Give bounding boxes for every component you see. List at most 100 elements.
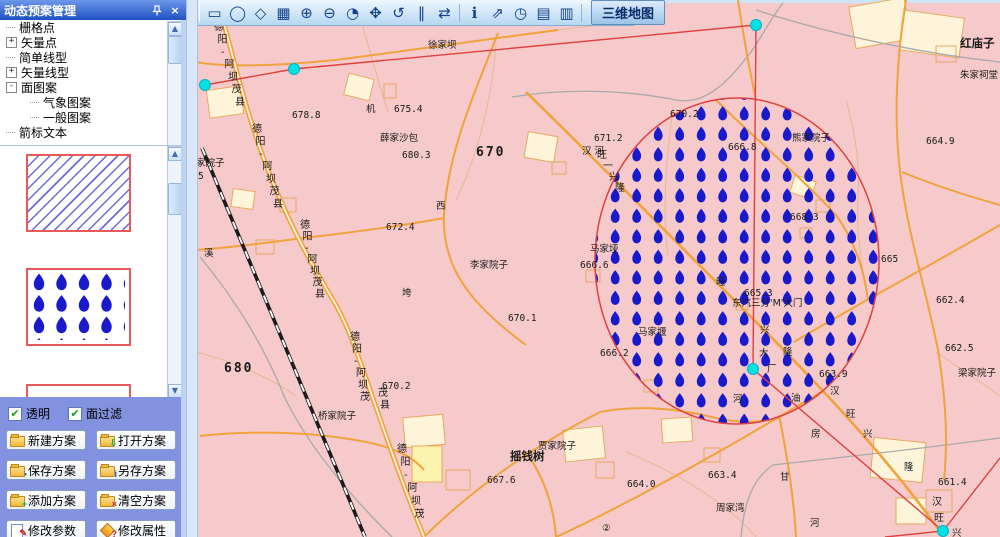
measure-area-icon[interactable]: ◯	[226, 2, 249, 24]
folder-saveas-icon: i	[100, 464, 115, 476]
button-打开方案[interactable]: ⇩打开方案	[96, 430, 176, 450]
map-label: 大	[759, 347, 769, 359]
map-label: 房	[811, 428, 821, 440]
zoom-out-icon[interactable]: ⊖	[318, 2, 341, 24]
map-label: 县	[380, 399, 390, 411]
print-icon[interactable]: ▥	[555, 2, 578, 24]
pan-icon[interactable]: ✥	[364, 2, 387, 24]
tree-item-一般图案[interactable]: 一般图案	[0, 110, 167, 125]
map-label: 一	[603, 161, 613, 172]
expand-icon[interactable]: +	[6, 67, 17, 78]
button-新建方案[interactable]: 新建方案	[6, 430, 86, 450]
map-label: 溪	[204, 247, 214, 259]
map-label: 662.4	[936, 295, 965, 306]
map-label: 桥家院子	[318, 410, 357, 422]
button-另存方案[interactable]: i另存方案	[96, 460, 176, 480]
pattern-swatch-drops[interactable]	[26, 268, 131, 346]
map-label: 梁家院子	[958, 367, 997, 379]
tree-item-矢量线型[interactable]: +矢量线型	[0, 65, 167, 80]
button-修改参数[interactable]: ✎修改参数	[6, 520, 86, 537]
map-label: 旺	[597, 150, 607, 161]
map-label: 阳	[256, 136, 266, 148]
map-label: 阿	[225, 59, 235, 71]
globe-icon[interactable]: ◔	[341, 2, 364, 24]
map-label: 670.2	[670, 109, 699, 120]
map-viewport[interactable]: 徐家坝678.8机675.4薛家沙包680.3670680672.4西垮溪家院子…	[196, 0, 1000, 537]
map-label: 663.9	[819, 369, 848, 380]
map-label: 兴	[760, 325, 770, 336]
map-label: 阿	[263, 161, 273, 173]
panel-title-bar: 动态预案管理 ×	[0, 0, 186, 20]
close-icon[interactable]: ×	[168, 3, 182, 17]
map-label: 茂	[378, 386, 388, 399]
map-label: 河	[810, 517, 820, 529]
tree-item-面图案[interactable]: -面图案	[0, 80, 167, 95]
map-label: 675.4	[394, 104, 423, 115]
map-label: 隆	[615, 181, 625, 194]
button-添加方案[interactable]: +添加方案	[6, 490, 86, 510]
panel-splitter[interactable]	[186, 0, 198, 537]
pattern-preview-list	[0, 145, 167, 398]
map-label: -	[305, 243, 309, 254]
map-label: 680.3	[402, 150, 431, 161]
map-label: 李家院子	[470, 259, 509, 271]
grid-icon[interactable]: ▦	[272, 2, 295, 24]
button-修改属性[interactable]: ?修改属性	[96, 520, 176, 537]
tree-item-栅格点[interactable]: 栅格点	[0, 20, 167, 35]
pattern-swatch-partial[interactable]	[26, 384, 131, 398]
scroll-up-icon[interactable]: ▲	[168, 147, 182, 161]
scroll-up-icon[interactable]: ▲	[168, 22, 182, 36]
map-label: 坝	[228, 71, 238, 83]
info-icon[interactable]: i	[463, 2, 486, 24]
measure-polygon-icon[interactable]: ◇	[249, 2, 272, 24]
map-label: 茂	[313, 276, 323, 289]
button-label: 修改参数	[28, 522, 76, 537]
checkbox-icon[interactable]: ✔	[8, 407, 22, 421]
map-label: 茂	[232, 83, 242, 96]
map-label: 德	[350, 330, 360, 343]
map-label: 667.6	[487, 475, 516, 486]
map-label: 薛家沙包	[380, 132, 419, 144]
collapse-icon[interactable]: -	[6, 82, 17, 93]
checkbox-面过滤[interactable]: ✔面过滤	[68, 405, 122, 422]
map-label: 678.8	[292, 110, 321, 121]
pause-icon[interactable]: ∥	[410, 2, 433, 24]
save-icon[interactable]: ▤	[532, 2, 555, 24]
tree-item-气象图案[interactable]: 气象图案	[0, 95, 167, 110]
folder-new-icon	[10, 434, 25, 446]
clock-icon[interactable]: ◷	[509, 2, 532, 24]
map-label: -	[354, 356, 358, 367]
pattern-swatch-hatch[interactable]	[26, 154, 131, 232]
button-清空方案[interactable]: ×清空方案	[96, 490, 176, 510]
map-label: 661.4	[938, 477, 967, 488]
map-label: 680	[224, 361, 253, 376]
zoom-in-icon[interactable]: ⊕	[295, 2, 318, 24]
zoom-previous-icon[interactable]: ↺	[387, 2, 410, 24]
map-label: 汉	[932, 496, 942, 508]
scroll-down-icon[interactable]: ▼	[168, 384, 182, 398]
map-label: 摇钱树	[510, 449, 545, 463]
map-label: 旺	[934, 513, 944, 524]
export-icon[interactable]: ⇗	[486, 2, 509, 24]
toolbar-grip[interactable]	[199, 4, 200, 22]
map-label: 周家湾	[716, 502, 745, 514]
expand-icon[interactable]: +	[6, 37, 17, 48]
map-label: 熊家院子	[792, 132, 831, 144]
map-canvas[interactable]: 徐家坝678.8机675.4薛家沙包680.3670680672.4西垮溪家院子…	[196, 0, 1000, 537]
tree-item-简单线型[interactable]: 简单线型	[0, 50, 167, 65]
map-label: 德	[252, 122, 262, 135]
checkbox-透明[interactable]: ✔透明	[8, 405, 50, 422]
tree-item-箭标文本[interactable]: 箭标文本	[0, 125, 167, 140]
measure-distance-icon[interactable]: ▭	[203, 2, 226, 24]
button-保存方案[interactable]: ▪保存方案	[6, 460, 86, 480]
pin-icon[interactable]	[150, 3, 164, 17]
map-label: -	[404, 470, 408, 481]
toolbar-separator	[581, 4, 582, 22]
map-label: 河	[733, 393, 743, 405]
map3d-button[interactable]: 三维地图	[591, 0, 665, 25]
swap-icon[interactable]: ⇄	[433, 2, 456, 24]
map-label: 阳	[352, 343, 362, 355]
checkbox-icon[interactable]: ✔	[68, 407, 82, 421]
tree-item-矢量点[interactable]: +矢量点	[0, 35, 167, 50]
map-label: ②	[602, 523, 611, 534]
